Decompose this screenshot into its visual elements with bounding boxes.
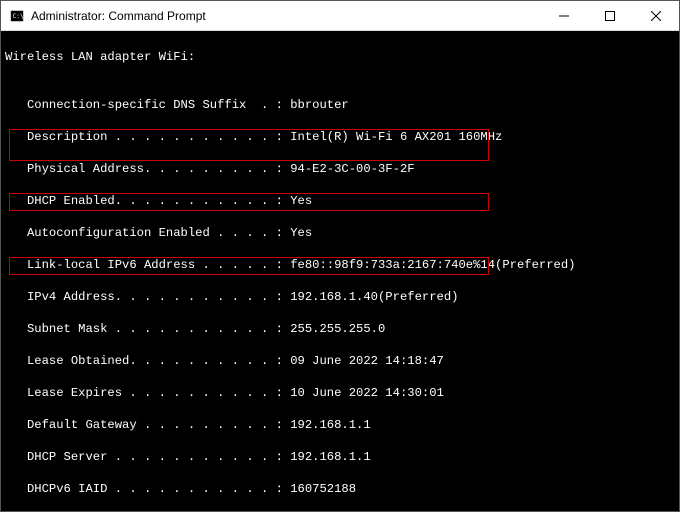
output-line: Wireless LAN adapter WiFi: <box>5 49 675 65</box>
output-line: Subnet Mask . . . . . . . . . . . : 255.… <box>5 321 675 337</box>
maximize-button[interactable] <box>587 1 633 31</box>
output-line: Description . . . . . . . . . . . : Inte… <box>5 129 675 145</box>
output-line: Connection-specific DNS Suffix . : bbrou… <box>5 97 675 113</box>
minimize-button[interactable] <box>541 1 587 31</box>
close-button[interactable] <box>633 1 679 31</box>
output-line: Lease Expires . . . . . . . . . . : 10 J… <box>5 385 675 401</box>
output-line: Lease Obtained. . . . . . . . . . : 09 J… <box>5 353 675 369</box>
terminal-output[interactable]: Wireless LAN adapter WiFi: Connection-sp… <box>1 31 679 511</box>
output-line: Autoconfiguration Enabled . . . . : Yes <box>5 225 675 241</box>
output-line: Default Gateway . . . . . . . . . : 192.… <box>5 417 675 433</box>
window-controls <box>541 1 679 30</box>
titlebar[interactable]: C:\ Administrator: Command Prompt <box>1 1 679 31</box>
window-title: Administrator: Command Prompt <box>31 9 541 23</box>
output-line: DHCPv6 IAID . . . . . . . . . . . : 1607… <box>5 481 675 497</box>
output-line: Physical Address. . . . . . . . . : 94-E… <box>5 161 675 177</box>
svg-text:C:\: C:\ <box>13 12 24 19</box>
output-line: Link-local IPv6 Address . . . . . : fe80… <box>5 257 675 273</box>
output-line: DHCP Server . . . . . . . . . . . : 192.… <box>5 449 675 465</box>
output-line: DHCP Enabled. . . . . . . . . . . : Yes <box>5 193 675 209</box>
cmd-icon: C:\ <box>9 8 25 24</box>
output-line: IPv4 Address. . . . . . . . . . . : 192.… <box>5 289 675 305</box>
command-prompt-window: C:\ Administrator: Command Prompt Wirele… <box>0 0 680 512</box>
